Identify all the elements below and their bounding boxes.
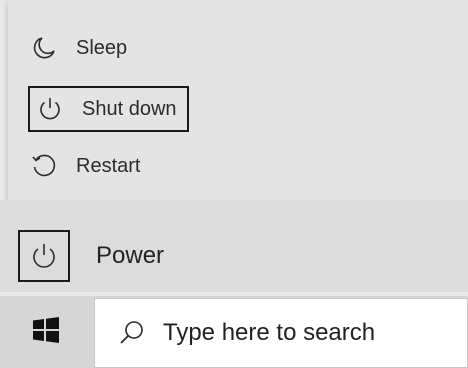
restart-icon [30, 152, 58, 180]
sleep-menu-item[interactable]: Sleep [30, 28, 127, 68]
restart-menu-item[interactable]: Restart [30, 146, 140, 186]
power-options-menu: Sleep Shut down Restart [8, 0, 468, 200]
shut-down-label: Shut down [82, 97, 177, 120]
restart-label: Restart [76, 154, 141, 177]
power-button[interactable]: Power [18, 228, 164, 284]
screen: Sleep Shut down Restart Power Type here … [0, 0, 468, 368]
windows-logo-icon [33, 316, 59, 348]
power-icon[interactable] [18, 230, 70, 282]
start-button[interactable] [0, 296, 92, 368]
power-icon [36, 95, 64, 123]
taskbar: Type here to search [0, 296, 468, 368]
sleep-label: Sleep [76, 36, 128, 59]
power-label: Power [96, 242, 165, 269]
search-placeholder: Type here to search [163, 319, 376, 346]
moon-icon [30, 34, 58, 62]
shut-down-menu-item[interactable]: Shut down [28, 86, 189, 132]
taskbar-search-box[interactable]: Type here to search [94, 298, 468, 368]
search-icon [117, 318, 147, 348]
